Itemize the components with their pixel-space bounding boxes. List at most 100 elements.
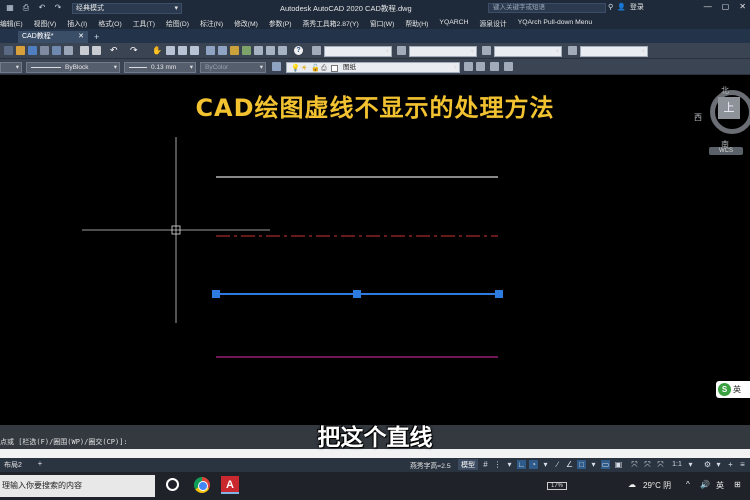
print-icon[interactable]: ⎙ [20,3,32,13]
menu-yqarch-pulldown[interactable]: YQArch Pull-down Menu [518,19,592,26]
task-view-icon[interactable] [166,478,179,491]
zoom-previous-icon[interactable] [190,46,199,55]
layer-previous-icon[interactable] [476,62,485,71]
help-icon[interactable]: ? [294,46,303,55]
tab-layout2[interactable]: 布局2 [4,460,22,470]
table-style-select[interactable] [494,46,562,57]
mleader-style-icon[interactable] [568,46,577,55]
menu-modify[interactable]: 修改(M) [234,18,258,28]
isodraft-icon[interactable]: ∕ [553,460,562,469]
weather-text[interactable]: 29°C 阴 [643,480,671,491]
cut-icon[interactable] [80,46,89,55]
menu-dimension[interactable]: 标注(N) [200,18,223,28]
color-select[interactable] [0,62,22,73]
weather-icon[interactable]: ☁ [628,480,636,489]
menu-yuanquan[interactable]: 源泉设计 [480,18,507,28]
save-icon[interactable] [28,46,37,55]
ime-settings-icon[interactable]: ⊞ [734,480,741,489]
otrack-icon[interactable]: ∠ [565,460,574,469]
sheet-set-icon[interactable] [242,46,251,55]
autoscale-icon[interactable]: ⤧ [656,460,665,469]
text-style-select[interactable] [324,46,392,57]
lineweight-toggle-icon[interactable]: ▭ [601,460,610,469]
linetype-select[interactable]: ByBlock [26,62,120,73]
calculator-icon[interactable] [266,46,275,55]
wcs-menu[interactable]: WCS [709,147,743,155]
scale-dropdown-icon[interactable]: ▾ [686,460,695,469]
minimize-icon[interactable]: — [704,2,712,11]
polar-dropdown-icon[interactable]: ▾ [541,460,550,469]
zoom-window-icon[interactable] [178,46,187,55]
input-language[interactable]: 英 [716,480,724,491]
grip-end[interactable] [495,290,503,298]
layer-properties-icon[interactable] [272,62,281,71]
transparency-icon[interactable]: ▣ [614,460,623,469]
publish-icon[interactable] [64,46,73,55]
menu-insert[interactable]: 插入(I) [67,18,87,28]
maximize-icon[interactable]: ▢ [722,2,730,11]
user-icon[interactable]: 👤 [617,3,626,11]
workspace-gear-icon[interactable]: ⚙ [703,460,712,469]
open-icon[interactable] [16,46,25,55]
gear-dropdown-icon[interactable]: ▾ [714,460,723,469]
viewcube-top-face[interactable]: 上 [718,97,740,119]
make-current-icon[interactable] [464,62,473,71]
polar-icon[interactable]: ◔ [529,460,538,469]
plot-icon[interactable] [40,46,49,55]
tray-expand-icon[interactable]: ^ [686,480,690,489]
grid-icon[interactable]: # [481,460,490,469]
chrome-icon[interactable] [194,477,210,493]
battery-indicator[interactable]: 17% [547,482,567,490]
volume-icon[interactable]: 🔊 [700,480,710,489]
quickcalc-icon[interactable] [278,46,287,55]
dimension-style-select[interactable] [409,46,477,57]
new-file-icon[interactable] [4,46,13,55]
table-style-icon[interactable] [482,46,491,55]
menu-view[interactable]: 视图(V) [34,18,57,28]
copy-icon[interactable] [92,46,101,55]
login-button[interactable]: 登录 [630,2,644,12]
drawing-canvas[interactable] [0,75,750,425]
menu-edit[interactable]: 编辑(E) [0,18,23,28]
mleader-style-select[interactable] [580,46,648,57]
snap-dropdown-icon[interactable]: ▾ [505,460,514,469]
tab-cad-tutorial[interactable]: CAD教程* ✕ [18,31,88,43]
osnap-dropdown-icon[interactable]: ▾ [589,460,598,469]
menu-yqarch[interactable]: YQARCH [439,19,468,26]
menu-draw[interactable]: 绘图(D) [166,18,189,28]
snap-icon[interactable]: ⋮ [493,460,502,469]
menu-yanxiu[interactable]: 燕秀工具箱2.87(Y) [303,18,359,28]
osnap-icon[interactable]: □ [577,460,586,469]
text-style-icon[interactable] [312,46,321,55]
markup-icon[interactable] [254,46,263,55]
menu-window[interactable]: 窗口(W) [370,18,395,28]
viewcube-west[interactable]: 西 [694,112,702,123]
design-center-icon[interactable] [218,46,227,55]
workspace-select[interactable]: 经典模式 [72,2,182,14]
preview-icon[interactable] [52,46,61,55]
model-space-button[interactable]: 模型 [458,459,478,470]
binoculars-icon[interactable]: ⚲ [608,3,613,11]
viewcube-north[interactable]: 北 [721,85,729,96]
menu-format[interactable]: 格式(O) [98,18,121,28]
autocad-taskbar-icon[interactable]: A [221,476,239,494]
pan-icon[interactable]: ✋ [152,46,162,55]
close-icon[interactable]: ✕ [739,2,746,11]
layer-match-icon[interactable] [504,62,513,71]
selection-cycling-icon[interactable]: ⤧ [630,460,639,469]
menu-parametric[interactable]: 参数(P) [269,18,292,28]
menu-help[interactable]: 帮助(H) [405,18,428,28]
zoom-realtime-icon[interactable] [166,46,175,55]
menu-tools[interactable]: 工具(T) [133,18,155,28]
ortho-icon[interactable]: ∟ [517,460,526,469]
redo-icon[interactable]: ↷ [130,46,139,55]
new-tab-icon[interactable]: + [94,31,99,43]
taskbar-search-input[interactable]: 理输入你要搜索的内容 [0,475,155,497]
layer-states-icon[interactable] [490,62,499,71]
viewcube[interactable]: 上 北 西 南 WCS [694,85,750,160]
ime-badge[interactable]: S 英 [716,381,750,398]
annotation-scale[interactable]: 1:1 [670,460,684,469]
properties-icon[interactable] [206,46,215,55]
save-icon[interactable]: ▦ [4,3,16,13]
undo-icon[interactable]: ↶ [36,3,48,13]
